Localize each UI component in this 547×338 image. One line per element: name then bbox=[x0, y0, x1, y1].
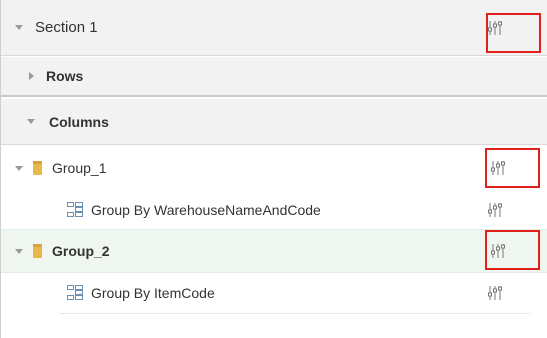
sliders-icon[interactable] bbox=[487, 285, 503, 301]
group-by-item-2[interactable]: Group By ItemCode bbox=[1, 273, 547, 313]
group-node-2[interactable]: Group_2 bbox=[1, 229, 547, 273]
highlight-box-group-1 bbox=[485, 148, 540, 188]
rows-node[interactable]: Rows bbox=[1, 57, 547, 97]
highlight-box-group-2 bbox=[485, 230, 540, 270]
sliders-icon[interactable] bbox=[487, 202, 503, 218]
group-by-icon bbox=[67, 285, 83, 301]
group-label: Group_2 bbox=[52, 243, 110, 259]
collapse-caret-icon[interactable] bbox=[27, 119, 35, 124]
group-node-1[interactable]: Group_1 bbox=[1, 146, 547, 190]
group-by-label: Group By ItemCode bbox=[91, 285, 215, 301]
report-structure-tree: Section 1 Rows Columns Group_1 Group By … bbox=[0, 0, 547, 338]
collapse-caret-icon[interactable] bbox=[15, 248, 23, 254]
row-divider bbox=[60, 313, 530, 314]
section-title: Section 1 bbox=[35, 19, 98, 36]
section-header[interactable]: Section 1 bbox=[1, 0, 547, 56]
expand-caret-icon[interactable] bbox=[29, 72, 34, 80]
collapse-caret-icon[interactable] bbox=[15, 25, 23, 30]
folder-icon bbox=[33, 161, 42, 175]
group-by-label: Group By WarehouseNameAndCode bbox=[91, 202, 321, 218]
group-by-item-1[interactable]: Group By WarehouseNameAndCode bbox=[1, 190, 547, 230]
collapse-caret-icon[interactable] bbox=[15, 165, 23, 171]
rows-label: Rows bbox=[46, 68, 84, 84]
highlight-box-section bbox=[486, 13, 541, 53]
group-label: Group_1 bbox=[52, 160, 107, 176]
columns-node[interactable]: Columns bbox=[1, 99, 547, 145]
columns-label: Columns bbox=[49, 113, 109, 130]
group-by-icon bbox=[67, 202, 83, 218]
folder-icon bbox=[33, 244, 42, 258]
